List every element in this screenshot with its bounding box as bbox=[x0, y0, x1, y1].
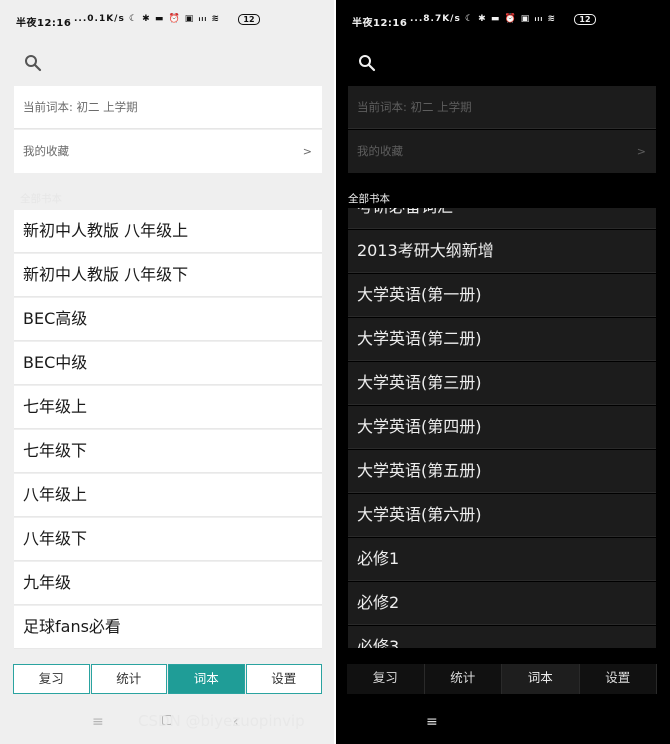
tab-settings[interactable]: 设置 bbox=[579, 664, 657, 694]
all-books-label: 全部书本 bbox=[348, 193, 390, 205]
light-theme-screen: 半夜12:16 ...0.1K/s ☾ ✱ ▬ ⏰ ▣ ᵢₗₗ ≋ 12 当前词… bbox=[0, 0, 334, 744]
book-list-item[interactable]: 考研必备词汇 bbox=[348, 208, 656, 229]
battery-icon: 12 bbox=[574, 14, 596, 25]
status-time: 半夜12:16 bbox=[352, 18, 408, 29]
favorites-row[interactable]: 我的收藏 > bbox=[348, 130, 656, 173]
tab-wordbook[interactable]: 词本 bbox=[502, 664, 580, 694]
battery-icon: 12 bbox=[238, 14, 260, 25]
status-icons: ...8.7K/s ☾ ✱ ▬ ⏰ ▣ ᵢₗₗ ≋ bbox=[410, 14, 557, 24]
status-bar: 半夜12:16 ...8.7K/s ☾ ✱ ▬ ⏰ ▣ ᵢₗₗ ≋ 12 bbox=[336, 0, 670, 42]
book-list-item[interactable]: 大学英语(第三册) bbox=[348, 362, 656, 405]
book-list-item[interactable]: 大学英语(第六册) bbox=[348, 494, 656, 537]
book-list-item[interactable]: 八年级上 bbox=[14, 474, 322, 517]
book-list-item[interactable]: BEC中级 bbox=[14, 342, 322, 385]
book-list-item[interactable]: 必修1 bbox=[348, 538, 656, 581]
book-list[interactable]: 考研必备词汇 2013考研大纲新增 大学英语(第一册) 大学英语(第二册) 大学… bbox=[348, 208, 656, 648]
favorites-label: 我的收藏 bbox=[23, 144, 69, 158]
book-list-item[interactable]: 七年级上 bbox=[14, 386, 322, 429]
system-nav-bar: ≡ bbox=[336, 702, 670, 744]
book-list-item[interactable]: 必修3 bbox=[348, 626, 656, 648]
bottom-tab-bar: 复习 统计 词本 设置 bbox=[347, 664, 657, 694]
tab-stats[interactable]: 统计 bbox=[90, 664, 167, 694]
search-icon[interactable] bbox=[358, 54, 376, 72]
book-list-item[interactable]: 必修2 bbox=[348, 582, 656, 625]
dark-theme-screen: 半夜12:16 ...8.7K/s ☾ ✱ ▬ ⏰ ▣ ᵢₗₗ ≋ 12 当前词… bbox=[336, 0, 670, 744]
current-book-row: 当前词本: 初二 上学期 bbox=[348, 86, 656, 129]
book-list-item[interactable]: 大学英语(第五册) bbox=[348, 450, 656, 493]
book-list-item[interactable]: BEC高级 bbox=[14, 298, 322, 341]
status-bar: 半夜12:16 ...0.1K/s ☾ ✱ ▬ ⏰ ▣ ᵢₗₗ ≋ 12 bbox=[0, 0, 334, 42]
menu-icon[interactable]: ≡ bbox=[426, 714, 438, 730]
status-time: 半夜12:16 bbox=[16, 18, 72, 29]
book-list-item[interactable]: 新初中人教版 八年级上 bbox=[14, 210, 322, 253]
all-books-label: 全部书本 bbox=[20, 193, 62, 205]
search-icon[interactable] bbox=[24, 54, 42, 72]
book-list-item[interactable]: 大学英语(第一册) bbox=[348, 274, 656, 317]
bottom-tab-bar: 复习 统计 词本 设置 bbox=[13, 664, 323, 694]
menu-icon[interactable]: ≡ bbox=[92, 714, 104, 730]
book-list[interactable]: 新初中人教版 八年级上 新初中人教版 八年级下 BEC高级 BEC中级 七年级上… bbox=[14, 210, 322, 652]
book-list-item[interactable]: 八年级下 bbox=[14, 518, 322, 561]
favorites-row[interactable]: 我的收藏 > bbox=[14, 130, 322, 173]
tab-wordbook[interactable]: 词本 bbox=[168, 664, 245, 694]
book-list-item[interactable]: 大学英语(第四册) bbox=[348, 406, 656, 449]
book-list-item[interactable]: 新初中人教版 八年级下 bbox=[14, 254, 322, 297]
favorites-label: 我的收藏 bbox=[357, 144, 403, 158]
book-list-item[interactable]: 七年级下 bbox=[14, 430, 322, 473]
book-list-item[interactable]: 2013考研大纲新增 bbox=[348, 230, 656, 273]
current-book-label: 当前词本: 初二 上学期 bbox=[357, 100, 472, 114]
book-list-item[interactable]: 九年级 bbox=[14, 562, 322, 605]
tab-review[interactable]: 复习 bbox=[347, 664, 425, 694]
tab-stats[interactable]: 统计 bbox=[424, 664, 502, 694]
current-book-label: 当前词本: 初二 上学期 bbox=[23, 100, 138, 114]
current-book-row: 当前词本: 初二 上学期 bbox=[14, 86, 322, 129]
tab-settings[interactable]: 设置 bbox=[245, 664, 322, 694]
watermark: CSDN @biyezuopinvip bbox=[138, 712, 305, 730]
chevron-right-icon: > bbox=[636, 145, 646, 158]
tab-review[interactable]: 复习 bbox=[13, 664, 90, 694]
status-icons: ...0.1K/s ☾ ✱ ▬ ⏰ ▣ ᵢₗₗ ≋ bbox=[74, 14, 221, 24]
book-list-item[interactable]: 大学英语(第二册) bbox=[348, 318, 656, 361]
book-list-item[interactable]: 足球fans必看 bbox=[14, 606, 322, 649]
chevron-right-icon: > bbox=[302, 145, 312, 158]
